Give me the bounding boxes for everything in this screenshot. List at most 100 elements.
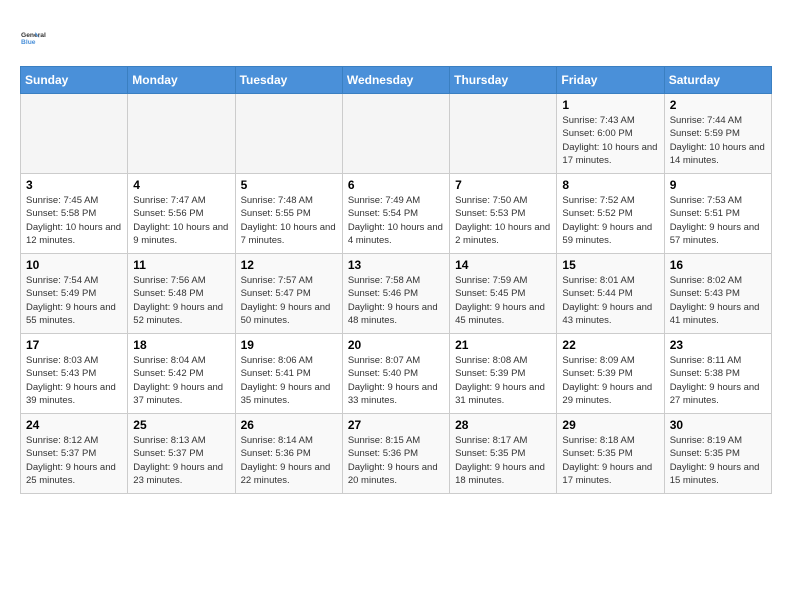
weekday-header-saturday: Saturday <box>664 67 771 94</box>
logo: General Blue <box>20 20 56 56</box>
day-info: Sunrise: 8:13 AM Sunset: 5:37 PM Dayligh… <box>133 434 229 487</box>
day-number: 26 <box>241 418 337 432</box>
day-number: 20 <box>348 338 444 352</box>
day-number: 10 <box>26 258 122 272</box>
day-info: Sunrise: 8:02 AM Sunset: 5:43 PM Dayligh… <box>670 274 766 327</box>
day-info: Sunrise: 8:01 AM Sunset: 5:44 PM Dayligh… <box>562 274 658 327</box>
calendar-cell: 2Sunrise: 7:44 AM Sunset: 5:59 PM Daylig… <box>664 94 771 174</box>
day-info: Sunrise: 8:11 AM Sunset: 5:38 PM Dayligh… <box>670 354 766 407</box>
day-number: 21 <box>455 338 551 352</box>
calendar-cell: 30 Sunrise: 8:19 AM Sunset: 5:35 PM Dayli… <box>664 414 771 494</box>
calendar-table: SundayMondayTuesdayWednesdayThursdayFrid… <box>20 66 772 494</box>
day-number: 23 <box>670 338 766 352</box>
day-number: 4 <box>133 178 229 192</box>
day-number: 12 <box>241 258 337 272</box>
calendar-cell: 8 Sunrise: 7:52 AM Sunset: 5:52 PM Daylig… <box>557 174 664 254</box>
day-number: 8 <box>562 178 658 192</box>
day-info: Sunrise: 7:59 AM Sunset: 5:45 PM Dayligh… <box>455 274 551 327</box>
calendar-cell: 16 Sunrise: 8:02 AM Sunset: 5:43 PM Dayli… <box>664 254 771 334</box>
day-info: Sunrise: 7:58 AM Sunset: 5:46 PM Dayligh… <box>348 274 444 327</box>
day-info: Sunrise: 8:17 AM Sunset: 5:35 PM Dayligh… <box>455 434 551 487</box>
day-info: Sunrise: 7:50 AM Sunset: 5:53 PM Dayligh… <box>455 194 551 247</box>
day-info: Sunrise: 7:53 AM Sunset: 5:51 PM Dayligh… <box>670 194 766 247</box>
calendar-cell: 17Sunrise: 8:03 AM Sunset: 5:43 PM Dayli… <box>21 334 128 414</box>
calendar-cell: 3 Sunrise: 7:45 AM Sunset: 5:58 PM Daylig… <box>21 174 128 254</box>
day-number: 3 <box>26 178 122 192</box>
day-number: 1 <box>562 98 658 112</box>
day-number: 11 <box>133 258 229 272</box>
day-info: Sunrise: 8:03 AM Sunset: 5:43 PM Dayligh… <box>26 354 122 407</box>
day-info: Sunrise: 8:07 AM Sunset: 5:40 PM Dayligh… <box>348 354 444 407</box>
calendar-cell: 13Sunrise: 7:58 AM Sunset: 5:46 PM Dayli… <box>342 254 449 334</box>
day-number: 18 <box>133 338 229 352</box>
calendar-week-row: 10 Sunrise: 7:54 AM Sunset: 5:49 PM Dayli… <box>21 254 772 334</box>
day-info: Sunrise: 7:54 AM Sunset: 5:49 PM Dayligh… <box>26 274 122 327</box>
calendar-cell: 24 Sunrise: 8:12 AM Sunset: 5:37 PM Dayli… <box>21 414 128 494</box>
day-number: 30 <box>670 418 766 432</box>
day-info: Sunrise: 7:45 AM Sunset: 5:58 PM Dayligh… <box>26 194 122 247</box>
calendar-cell: 4 Sunrise: 7:47 AM Sunset: 5:56 PM Daylig… <box>128 174 235 254</box>
svg-text:General: General <box>21 32 46 39</box>
calendar-cell: 26 Sunrise: 8:14 AM Sunset: 5:36 PM Dayli… <box>235 414 342 494</box>
calendar-cell: 23 Sunrise: 8:11 AM Sunset: 5:38 PM Dayli… <box>664 334 771 414</box>
day-number: 25 <box>133 418 229 432</box>
calendar-cell: 11 Sunrise: 7:56 AM Sunset: 5:48 PM Dayli… <box>128 254 235 334</box>
weekday-header-wednesday: Wednesday <box>342 67 449 94</box>
day-number: 16 <box>670 258 766 272</box>
day-info: Sunrise: 7:52 AM Sunset: 5:52 PM Dayligh… <box>562 194 658 247</box>
day-number: 15 <box>562 258 658 272</box>
calendar-cell: 7 Sunrise: 7:50 AM Sunset: 5:53 PM Daylig… <box>450 174 557 254</box>
calendar-cell: 6 Sunrise: 7:49 AM Sunset: 5:54 PM Daylig… <box>342 174 449 254</box>
day-number: 29 <box>562 418 658 432</box>
day-number: 9 <box>670 178 766 192</box>
day-number: 27 <box>348 418 444 432</box>
calendar-cell: 1 Sunrise: 7:43 AM Sunset: 6:00 PM Daylig… <box>557 94 664 174</box>
calendar-cell: 29 Sunrise: 8:18 AM Sunset: 5:35 PM Dayli… <box>557 414 664 494</box>
day-info: Sunrise: 8:04 AM Sunset: 5:42 PM Dayligh… <box>133 354 229 407</box>
weekday-header-thursday: Thursday <box>450 67 557 94</box>
day-info: Sunrise: 7:56 AM Sunset: 5:48 PM Dayligh… <box>133 274 229 327</box>
calendar-week-row: 24 Sunrise: 8:12 AM Sunset: 5:37 PM Dayli… <box>21 414 772 494</box>
day-info: Sunrise: 7:47 AM Sunset: 5:56 PM Dayligh… <box>133 194 229 247</box>
weekday-header-monday: Monday <box>128 67 235 94</box>
calendar-cell: 19Sunrise: 8:06 AM Sunset: 5:41 PM Dayli… <box>235 334 342 414</box>
calendar-cell: 22Sunrise: 8:09 AM Sunset: 5:39 PM Dayli… <box>557 334 664 414</box>
day-info: Sunrise: 8:19 AM Sunset: 5:35 PM Dayligh… <box>670 434 766 487</box>
day-info: Sunrise: 8:12 AM Sunset: 5:37 PM Dayligh… <box>26 434 122 487</box>
calendar-week-row: 17Sunrise: 8:03 AM Sunset: 5:43 PM Dayli… <box>21 334 772 414</box>
calendar-cell: 12 Sunrise: 7:57 AM Sunset: 5:47 PM Dayli… <box>235 254 342 334</box>
day-info: Sunrise: 8:15 AM Sunset: 5:36 PM Dayligh… <box>348 434 444 487</box>
calendar-cell <box>128 94 235 174</box>
calendar-week-row: 3 Sunrise: 7:45 AM Sunset: 5:58 PM Daylig… <box>21 174 772 254</box>
day-number: 7 <box>455 178 551 192</box>
day-info: Sunrise: 8:08 AM Sunset: 5:39 PM Dayligh… <box>455 354 551 407</box>
day-info: Sunrise: 7:43 AM Sunset: 6:00 PM Dayligh… <box>562 114 658 167</box>
day-info: Sunrise: 7:48 AM Sunset: 5:55 PM Dayligh… <box>241 194 337 247</box>
day-info: Sunrise: 8:06 AM Sunset: 5:41 PM Dayligh… <box>241 354 337 407</box>
calendar-cell <box>235 94 342 174</box>
day-number: 14 <box>455 258 551 272</box>
svg-text:Blue: Blue <box>21 39 36 46</box>
weekday-header-tuesday: Tuesday <box>235 67 342 94</box>
calendar-cell: 18 Sunrise: 8:04 AM Sunset: 5:42 PM Dayli… <box>128 334 235 414</box>
page-header: General Blue <box>20 20 772 56</box>
day-info: Sunrise: 7:49 AM Sunset: 5:54 PM Dayligh… <box>348 194 444 247</box>
day-info: Sunrise: 8:14 AM Sunset: 5:36 PM Dayligh… <box>241 434 337 487</box>
calendar-cell: 15 Sunrise: 8:01 AM Sunset: 5:44 PM Dayli… <box>557 254 664 334</box>
day-number: 6 <box>348 178 444 192</box>
weekday-header-sunday: Sunday <box>21 67 128 94</box>
day-number: 24 <box>26 418 122 432</box>
day-number: 5 <box>241 178 337 192</box>
day-info: Sunrise: 8:18 AM Sunset: 5:35 PM Dayligh… <box>562 434 658 487</box>
calendar-cell: 27 Sunrise: 8:15 AM Sunset: 5:36 PM Dayli… <box>342 414 449 494</box>
calendar-cell: 5 Sunrise: 7:48 AM Sunset: 5:55 PM Daylig… <box>235 174 342 254</box>
day-number: 2 <box>670 98 766 112</box>
day-number: 22 <box>562 338 658 352</box>
calendar-cell: 21 Sunrise: 8:08 AM Sunset: 5:39 PM Dayli… <box>450 334 557 414</box>
calendar-header-row: SundayMondayTuesdayWednesdayThursdayFrid… <box>21 67 772 94</box>
day-info: Sunrise: 7:57 AM Sunset: 5:47 PM Dayligh… <box>241 274 337 327</box>
weekday-header-friday: Friday <box>557 67 664 94</box>
calendar-cell: 25 Sunrise: 8:13 AM Sunset: 5:37 PM Dayli… <box>128 414 235 494</box>
calendar-cell <box>450 94 557 174</box>
logo-icon: General Blue <box>20 20 56 56</box>
